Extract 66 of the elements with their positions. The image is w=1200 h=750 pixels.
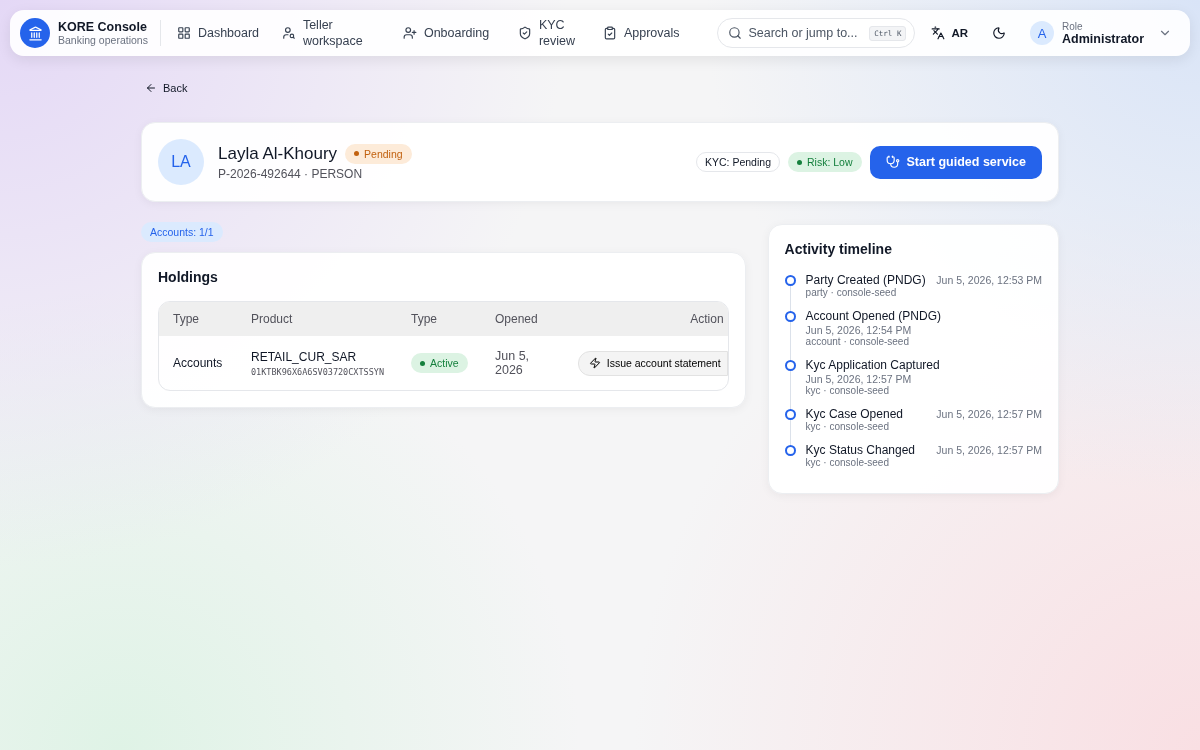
card-title: Holdings [158,269,219,285]
grid-icon [176,26,191,40]
shield-check-icon [517,26,532,40]
event-title: Kyc Case Opened [805,407,903,421]
moon-icon [992,26,1007,40]
search-icon [728,26,743,40]
event-source: kyc · console-seed [805,385,890,396]
translate-icon [931,26,946,40]
user-avatar: A [1030,21,1055,45]
table-cell-text: Accounts [173,356,224,370]
status-badge: Pending [345,143,412,164]
lightning-icon [588,357,601,369]
product-name: RETAIL_CUR_SAR [251,349,358,364]
stethoscope-icon [885,155,900,169]
arrow-left-icon [145,82,157,94]
language-button[interactable]: AR [923,20,977,46]
event-time: Jun 5, 2026, 12:53 PM [936,274,1042,287]
event-title: Kyc Application Captured [805,358,940,372]
user-menu[interactable]: A Role Administrator [1022,20,1180,46]
column-header: Type [411,312,438,326]
event-source: party · console-seed [805,287,898,298]
bank-icon [20,18,50,48]
nav-link[interactable]: Onboarding [394,24,502,42]
timeline-dot [784,445,796,456]
party-avatar: LA [158,139,204,185]
event-title: Party Created (PNDG) [805,273,926,287]
party-name: Layla Al-Khoury [218,143,338,164]
table-cell-text: Jun 5, 2026 [495,349,531,377]
event-time: Jun 5, 2026, 12:57 PM [936,444,1042,457]
event-time: Jun 5, 2026, 12:54 PM [805,324,912,336]
nav-link[interactable]: KYC review [509,16,587,50]
risk-badge: Risk: Low [788,152,862,172]
start-service-button[interactable]: Start guided service [869,145,1042,179]
clipboard-check-icon [602,26,617,40]
role-name: Administrator [1062,31,1144,46]
timeline-dot [784,409,796,420]
nav-link[interactable]: Approvals [594,24,694,42]
column-header: Action [689,312,725,326]
back-link[interactable]: Back [145,82,188,94]
event-time: Jun 5, 2026, 12:57 PM [936,408,1042,421]
event-time: Jun 5, 2026, 12:57 PM [805,373,912,385]
event-source: account · console-seed [805,336,910,347]
status-badge: Active [411,353,468,373]
timeline-dot [784,275,796,286]
accounts-badge: Accounts: 1/1 [141,222,223,242]
event-source: kyc · console-seed [805,421,890,432]
party-id: P-2026-492644 · PERSON [218,166,364,181]
column-header: Opened [495,312,539,326]
nav-link[interactable]: Dashboard [168,24,266,42]
card-title: Activity timeline [784,241,893,257]
nav-link[interactable]: Teller workspace [273,16,387,50]
app-title: KORE Console [58,20,148,34]
kyc-badge: KYC: Pending [696,152,780,172]
role-label: Role [1062,20,1084,32]
timeline-dot [784,311,796,322]
column-header: Type [173,312,200,326]
event-title: Account Opened (PNDG) [805,309,941,323]
timeline-dot [784,360,796,371]
statement-button[interactable]: Issue account statement [577,350,728,376]
event-title: Kyc Status Changed [805,443,915,457]
app-subtitle: Banking operations [58,34,148,46]
user-search-icon [281,26,296,40]
event-source: kyc · console-seed [805,457,890,468]
product-id: 01KTBK96X6A6SV03720CXTSSYN [251,366,386,377]
user-plus-icon [402,26,417,40]
column-header: Product [251,312,294,326]
